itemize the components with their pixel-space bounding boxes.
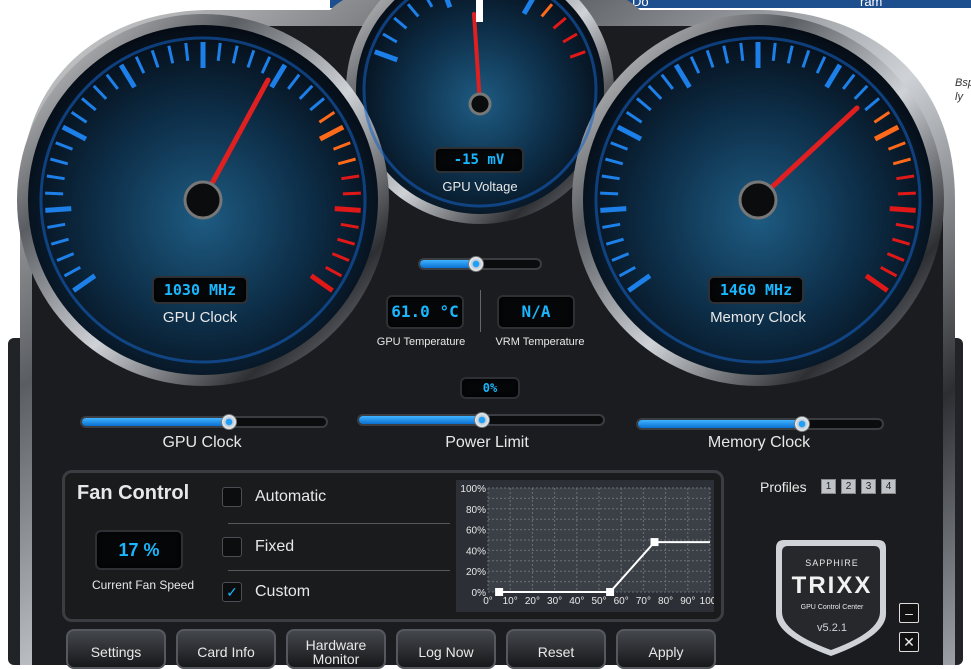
gpu-clock-readout: 1030 MHz: [152, 276, 248, 304]
profile-2-button[interactable]: 2: [841, 479, 856, 494]
logo-product-text: TRIXX: [791, 572, 873, 599]
version-text: v5.2.1: [817, 622, 847, 634]
gpu-clock-hub: [183, 180, 223, 220]
fan-curve-y-tick-label: 80%: [466, 505, 486, 516]
current-fan-speed-readout: 17 %: [95, 530, 183, 570]
power-limit-label: Power Limit: [445, 434, 529, 451]
voltage-slider-fill: [420, 260, 475, 268]
fan-curve-x-tick-label: 70°: [636, 596, 651, 607]
memory-clock-gauge-tick: [897, 191, 916, 196]
gpu-temperature-readout: 61.0 °C: [386, 295, 464, 329]
voltage-readout: -15 mV: [434, 147, 524, 173]
gpu-clock-gauge-tick: [45, 206, 72, 213]
memory-clock-gauge-tick: [889, 206, 916, 213]
mode-divider: [228, 523, 450, 524]
memory-clock-slider[interactable]: [636, 416, 884, 432]
vrm-temperature-label: VRM Temperature: [495, 336, 585, 348]
voltage-zero-mark: [476, 0, 483, 22]
memory-clock-gauge-tick: [739, 42, 745, 61]
fixed-checkbox[interactable]: [222, 537, 242, 557]
automatic-label[interactable]: Automatic: [255, 488, 326, 506]
temperature-divider: [480, 290, 481, 332]
gpu-clock-gauge-tick: [216, 42, 222, 61]
mode-divider-2: [228, 570, 450, 571]
power-limit-readout: 0%: [460, 377, 520, 399]
reset-button[interactable]: Reset: [506, 629, 606, 669]
memory-clock-label: Memory Clock: [710, 309, 806, 326]
fan-curve-x-tick-label: 20°: [525, 596, 540, 607]
fan-curve-x-tick-label: 0°: [483, 596, 493, 607]
logo-subtitle-text: GPU Control Center: [800, 604, 864, 611]
profile-3-button[interactable]: 3: [861, 479, 876, 494]
power-limit-slider-fill: [359, 416, 481, 424]
card-info-button[interactable]: Card Info: [176, 629, 276, 669]
gpu-clock-slider[interactable]: [80, 414, 328, 430]
gpu-clock-slider-fill: [82, 418, 228, 426]
fan-curve-point[interactable]: [495, 588, 504, 596]
memory-clock-gauge-tick: [600, 191, 619, 196]
voltage-hub: [468, 92, 492, 116]
voltage-slider-knob[interactable]: [468, 256, 484, 272]
gpu-clock-gauge-tick: [342, 191, 361, 196]
profiles-label: Profiles: [760, 479, 807, 495]
fan-curve-y-tick-label: 60%: [466, 526, 486, 537]
fan-curve-y-tick-label: 40%: [466, 546, 486, 557]
power-limit-slider[interactable]: [357, 412, 605, 428]
automatic-checkbox[interactable]: [222, 487, 242, 507]
gpu-clock-slider-knob[interactable]: [221, 414, 237, 430]
voltage-label: GPU Voltage: [442, 179, 518, 194]
voltage-slider[interactable]: [418, 256, 542, 272]
checkmark-icon: ✓: [226, 584, 238, 600]
custom-checkbox[interactable]: ✓: [222, 582, 242, 602]
fan-control-title: Fan Control: [77, 482, 190, 504]
gpu-clock-label: GPU Clock: [162, 309, 238, 326]
gpu-clock-slider-label: GPU Clock: [162, 434, 242, 451]
memory-clock-slider-fill: [638, 420, 801, 428]
memory-clock-slider-knob[interactable]: [794, 416, 810, 432]
settings-button[interactable]: Settings: [66, 629, 166, 669]
gpu-clock-gauge-tick: [45, 191, 64, 196]
fan-curve-x-tick-label: 40°: [569, 596, 584, 607]
logo-brand-text: SAPPHIRE: [805, 558, 859, 568]
fan-curve-y-tick-label: 20%: [466, 567, 486, 578]
fan-curve-x-tick-label: 60°: [614, 596, 629, 607]
fan-curve-point[interactable]: [606, 588, 615, 596]
close-button[interactable]: ✕: [899, 632, 919, 652]
vrm-temperature-readout: N/A: [497, 295, 575, 329]
fan-curve-y-tick-label: 100%: [460, 484, 486, 495]
minimize-button[interactable]: –: [899, 603, 919, 623]
fan-curve-x-tick-label: 10°: [503, 596, 518, 607]
gpu-clock-gauge-tick: [184, 42, 190, 61]
current-fan-speed-label: Current Fan Speed: [91, 578, 195, 592]
memory-clock-hub: [738, 180, 778, 220]
gpu-temperature-label: GPU Temperature: [376, 336, 466, 348]
fan-curve-graph[interactable]: 100%80%60%40%20%0%0° 10° 20° 30° 40° 50° 60° 70…: [456, 480, 714, 612]
memory-clock-slider-label: Memory Clock: [707, 434, 811, 451]
fan-curve-x-tick-label: 100°: [700, 596, 714, 607]
custom-label[interactable]: Custom: [255, 583, 310, 601]
memory-clock-readout: 1460 MHz: [708, 276, 804, 304]
fan-curve-x-tick-label: 90°: [680, 596, 695, 607]
fan-curve-point[interactable]: [650, 538, 659, 547]
fixed-label[interactable]: Fixed: [255, 538, 294, 556]
memory-clock-gauge-tick: [600, 206, 627, 213]
hardware-monitor-button[interactable]: Hardware Monitor: [286, 629, 386, 669]
profile-4-button[interactable]: 4: [881, 479, 896, 494]
log-now-button[interactable]: Log Now: [396, 629, 496, 669]
apply-button[interactable]: Apply: [616, 629, 716, 669]
gpu-clock-gauge-tick: [334, 206, 361, 213]
fan-curve-x-tick-label: 80°: [658, 596, 673, 607]
fan-curve-x-tick-label: 50°: [591, 596, 606, 607]
memory-clock-gauge-tick: [771, 42, 777, 61]
profile-1-button[interactable]: 1: [821, 479, 836, 494]
fan-curve-x-tick-label: 30°: [547, 596, 562, 607]
power-limit-slider-knob[interactable]: [474, 412, 490, 428]
